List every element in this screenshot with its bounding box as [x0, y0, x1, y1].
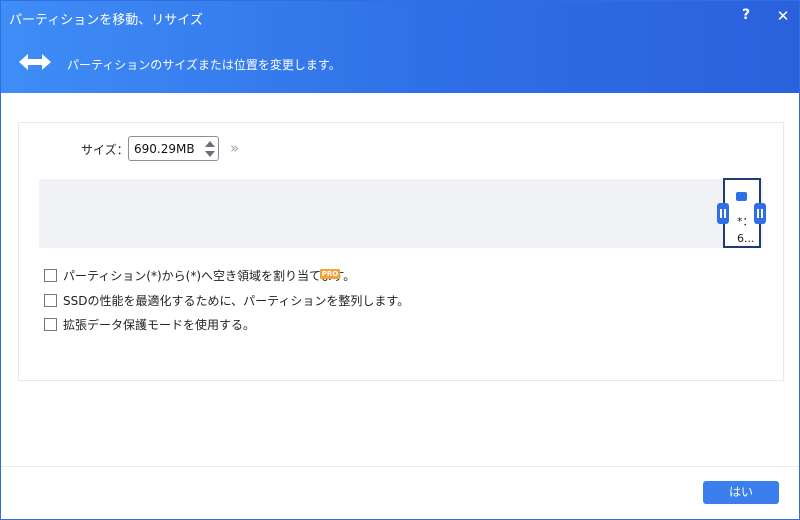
size-label: サイズ：	[81, 143, 129, 157]
option-ssd-align[interactable]: SSDの性能を最適化するために、パーティションを整列します。	[44, 292, 409, 308]
size-input[interactable]: 690.29MB	[128, 136, 219, 161]
partition-size: 6...	[737, 232, 755, 245]
pro-badge: PRO	[320, 269, 340, 279]
option-allocate-free-space[interactable]: パーティション(*)から(*)へ空き領域を割り当てます。 PRO	[44, 267, 355, 283]
spin-up-icon[interactable]	[204, 139, 216, 149]
move-arrows-icon	[19, 54, 51, 70]
dialog-header: パーティションを移動、リサイズ ? ✕ パーティションのサイズまたは位置を変更し…	[1, 1, 799, 93]
close-button[interactable]: ✕	[774, 7, 792, 27]
allocate-free-space-checkbox[interactable]	[44, 269, 57, 282]
ok-button[interactable]: はい	[703, 481, 779, 504]
data-protection-checkbox[interactable]	[44, 318, 57, 331]
resize-handle-right[interactable]	[754, 203, 766, 224]
partition-letter: *：	[737, 215, 754, 228]
size-value[interactable]: 690.29MB	[134, 142, 195, 156]
resize-handle-left[interactable]	[717, 203, 729, 224]
disk-map-bar[interactable]	[39, 179, 763, 248]
option-label: SSDの性能を最適化するために、パーティションを整列します。	[63, 294, 410, 308]
partition-marker-icon	[736, 192, 747, 201]
dialog-subtitle: パーティションのサイズまたは位置を変更します。	[67, 58, 341, 72]
dialog-title: パーティションを移動、リサイズ	[9, 13, 203, 28]
option-data-protection[interactable]: 拡張データ保護モードを使用する。	[44, 316, 255, 332]
spin-down-icon[interactable]	[204, 149, 216, 159]
help-button[interactable]: ?	[737, 7, 755, 27]
option-label: パーティション(*)から(*)へ空き領域を割り当てます。	[63, 269, 356, 283]
option-label: 拡張データ保護モードを使用する。	[63, 318, 256, 332]
resize-move-dialog: パーティションを移動、リサイズ ? ✕ パーティションのサイズまたは位置を変更し…	[0, 0, 800, 520]
ssd-align-checkbox[interactable]	[44, 294, 57, 307]
footer-divider	[1, 466, 799, 467]
expand-advanced-icon[interactable]: »	[230, 139, 239, 157]
